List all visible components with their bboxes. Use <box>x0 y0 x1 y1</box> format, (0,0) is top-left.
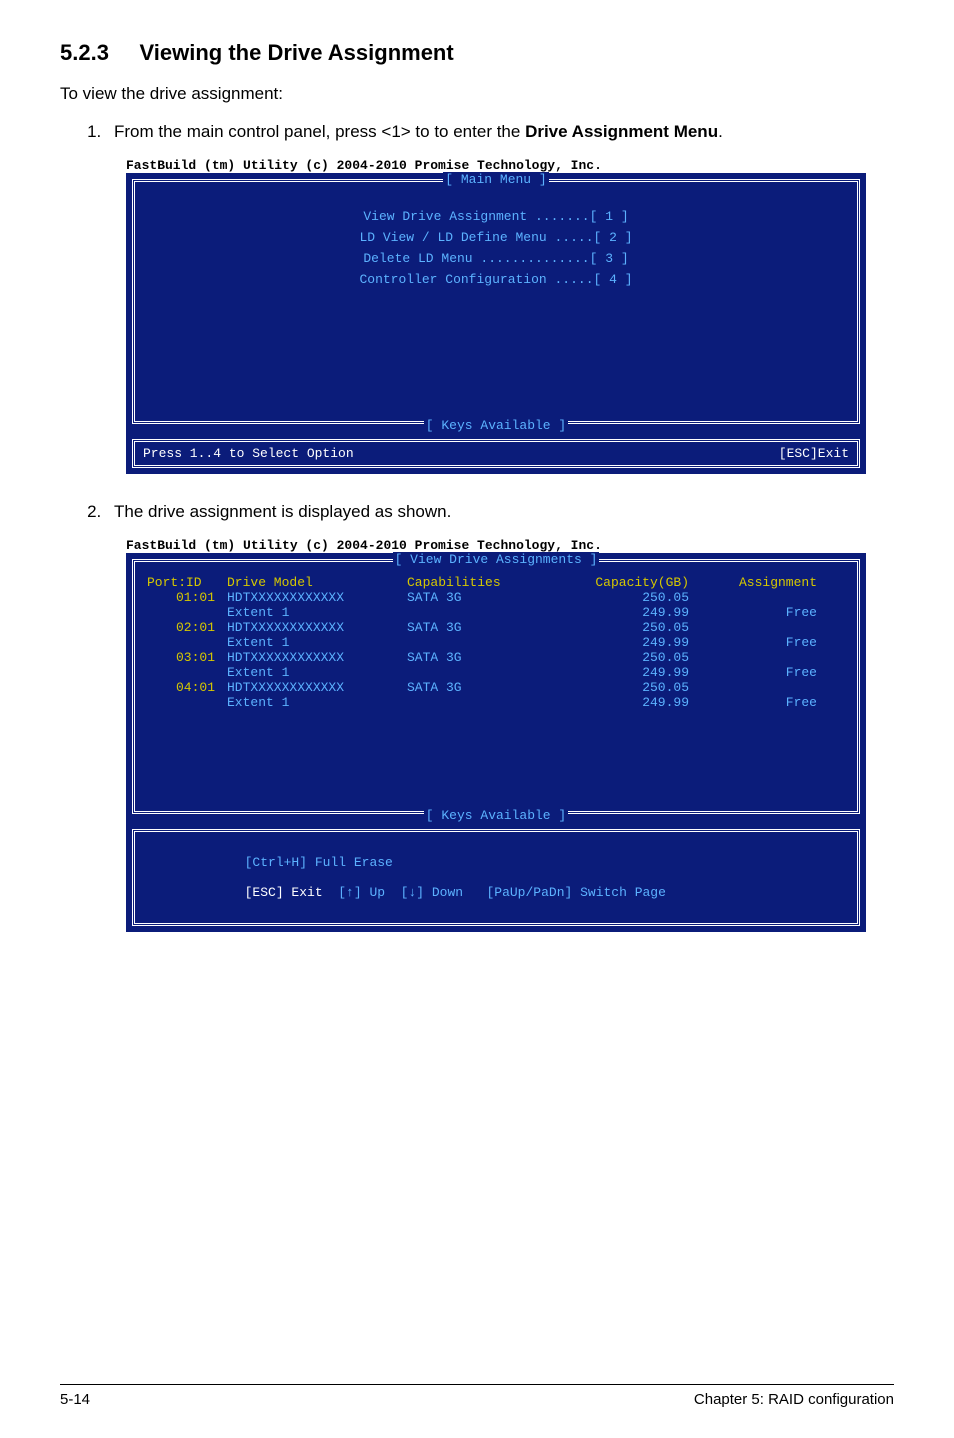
menu-item-1[interactable]: View Drive Assignment .......[ 1 ] <box>135 209 857 224</box>
page-key[interactable]: [PaUp/PaDn] Switch Page <box>463 885 666 900</box>
table-row: Extent 1 249.99 Free <box>147 635 845 650</box>
intro-text: To view the drive assignment: <box>60 84 894 104</box>
down-key[interactable]: [↓] Down <box>385 885 463 900</box>
console-2: [ View Drive Assignments ] Port:ID Drive… <box>126 553 866 932</box>
console-2-wrap: FastBuild (tm) Utility (c) 2004-2010 Pro… <box>126 538 894 932</box>
table-row: 02:01 HDTXXXXXXXXXXXX SATA 3G 250.05 <box>147 620 845 635</box>
menu-item-2[interactable]: LD View / LD Define Menu .....[ 2 ] <box>135 230 857 245</box>
menu-item-3[interactable]: Delete LD Menu ..............[ 3 ] <box>135 251 857 266</box>
esc-exit[interactable]: [ESC] Exit <box>245 885 323 900</box>
section-heading: 5.2.3 Viewing the Drive Assignment <box>60 40 894 66</box>
table-row: Extent 1 249.99 Free <box>147 605 845 620</box>
col-port: Port:ID <box>147 575 227 590</box>
table-row: Extent 1 249.99 Free <box>147 665 845 680</box>
section-number: 5.2.3 <box>60 40 109 65</box>
col-asg: Assignment <box>707 575 817 590</box>
keys-left: Press 1..4 to Select Option <box>143 446 354 461</box>
main-menu-body: View Drive Assignment .......[ 1 ] LD Vi… <box>135 187 857 421</box>
chapter-title: Chapter 5: RAID configuration <box>694 1391 894 1408</box>
col-model: Drive Model <box>227 575 407 590</box>
col-gb: Capacity(GB) <box>557 575 707 590</box>
view-drive-title: [ View Drive Assignments ] <box>135 552 857 567</box>
table-row: 01:01 HDTXXXXXXXXXXXX SATA 3G 250.05 <box>147 590 845 605</box>
table-header: Port:ID Drive Model Capabilities Capacit… <box>147 575 845 590</box>
drive-table: Port:ID Drive Model Capabilities Capacit… <box>135 567 857 811</box>
up-key[interactable]: [↑] Up <box>323 885 385 900</box>
keys-box-2: [Ctrl+H] Full Erase [ESC] Exit [↑] Up [↓… <box>132 829 860 926</box>
menu-item-4[interactable]: Controller Configuration .....[ 4 ] <box>135 272 857 287</box>
step-2-text: The drive assignment is displayed as sho… <box>114 502 451 521</box>
keys-box-1: Press 1..4 to Select Option [ESC]Exit <box>132 439 860 468</box>
table-row: Extent 1 249.99 Free <box>147 695 845 710</box>
console-1-label: FastBuild (tm) Utility (c) 2004-2010 Pro… <box>126 158 894 173</box>
table-row: 03:01 HDTXXXXXXXXXXXX SATA 3G 250.05 <box>147 650 845 665</box>
ctrl-h-erase[interactable]: [Ctrl+H] Full Erase <box>245 855 393 870</box>
section-title-text: Viewing the Drive Assignment <box>140 40 454 65</box>
step-2: The drive assignment is displayed as sho… <box>106 502 894 932</box>
step-1: From the main control panel, press <1> t… <box>106 122 894 474</box>
keys-body-2: [Ctrl+H] Full Erase [ESC] Exit [↑] Up [↓… <box>143 836 849 919</box>
step-1-bold: Drive Assignment Menu <box>525 122 718 141</box>
col-cap: Capabilities <box>407 575 557 590</box>
console-1: [ Main Menu ] View Drive Assignment ....… <box>126 173 866 474</box>
keys-right[interactable]: [ESC]Exit <box>779 446 849 461</box>
step-1-period: . <box>718 122 723 141</box>
view-drive-box: [ View Drive Assignments ] Port:ID Drive… <box>132 559 860 814</box>
step-1-text: From the main control panel, press <1> t… <box>114 122 525 141</box>
table-row: 04:01 HDTXXXXXXXXXXXX SATA 3G 250.05 <box>147 680 845 695</box>
console-1-wrap: FastBuild (tm) Utility (c) 2004-2010 Pro… <box>126 158 894 474</box>
console-2-label: FastBuild (tm) Utility (c) 2004-2010 Pro… <box>126 538 894 553</box>
main-menu-box: [ Main Menu ] View Drive Assignment ....… <box>132 179 860 424</box>
page-footer: 5-14 Chapter 5: RAID configuration <box>60 1384 894 1408</box>
page-number: 5-14 <box>60 1391 90 1408</box>
keys-line-1: Press 1..4 to Select Option [ESC]Exit <box>143 446 849 461</box>
main-menu-title: [ Main Menu ] <box>135 172 857 187</box>
